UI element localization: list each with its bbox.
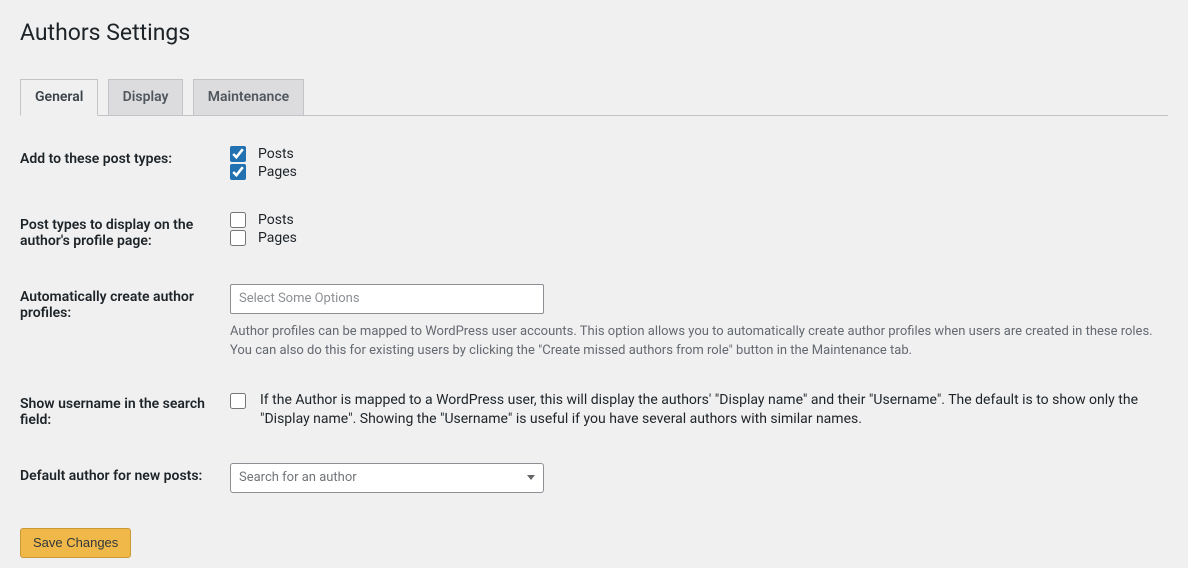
- profile-post-types-pages-label: Pages: [258, 230, 297, 246]
- default-author-label: Default author for new posts:: [20, 448, 220, 508]
- auto-create-multiselect[interactable]: Select Some Options: [230, 284, 544, 314]
- profile-post-types-posts-checkbox[interactable]: [230, 212, 246, 228]
- page-title: Authors Settings: [20, 10, 1168, 50]
- add-post-types-label: Add to these post types:: [20, 131, 220, 197]
- settings-tabs: General Display Maintenance: [20, 70, 1168, 116]
- default-author-select[interactable]: Search for an author: [230, 463, 544, 493]
- profile-post-types-pages-checkbox[interactable]: [230, 230, 246, 246]
- show-username-checkbox[interactable]: [230, 393, 246, 409]
- auto-create-label: Automatically create author profiles:: [20, 269, 220, 376]
- auto-create-description: Author profiles can be mapped to WordPre…: [230, 322, 1158, 361]
- show-username-description: If the Author is mapped to a WordPress u…: [260, 391, 1158, 430]
- chevron-down-icon: [527, 475, 535, 480]
- save-button[interactable]: Save Changes: [20, 528, 131, 558]
- show-username-label: Show username in the search field:: [20, 376, 220, 448]
- add-post-types-posts-checkbox[interactable]: [230, 146, 246, 162]
- add-post-types-pages-label: Pages: [258, 164, 297, 180]
- profile-post-types-posts-label: Posts: [258, 212, 294, 228]
- profile-post-types-label: Post types to display on the author's pr…: [20, 197, 220, 269]
- add-post-types-pages-checkbox[interactable]: [230, 164, 246, 180]
- tab-general[interactable]: General: [20, 79, 98, 116]
- settings-form: Add to these post types: Posts Pages Pos…: [20, 131, 1168, 508]
- default-author-placeholder: Search for an author: [239, 470, 357, 485]
- tab-display[interactable]: Display: [108, 79, 184, 116]
- tab-maintenance[interactable]: Maintenance: [193, 79, 304, 116]
- add-post-types-posts-label: Posts: [258, 146, 294, 162]
